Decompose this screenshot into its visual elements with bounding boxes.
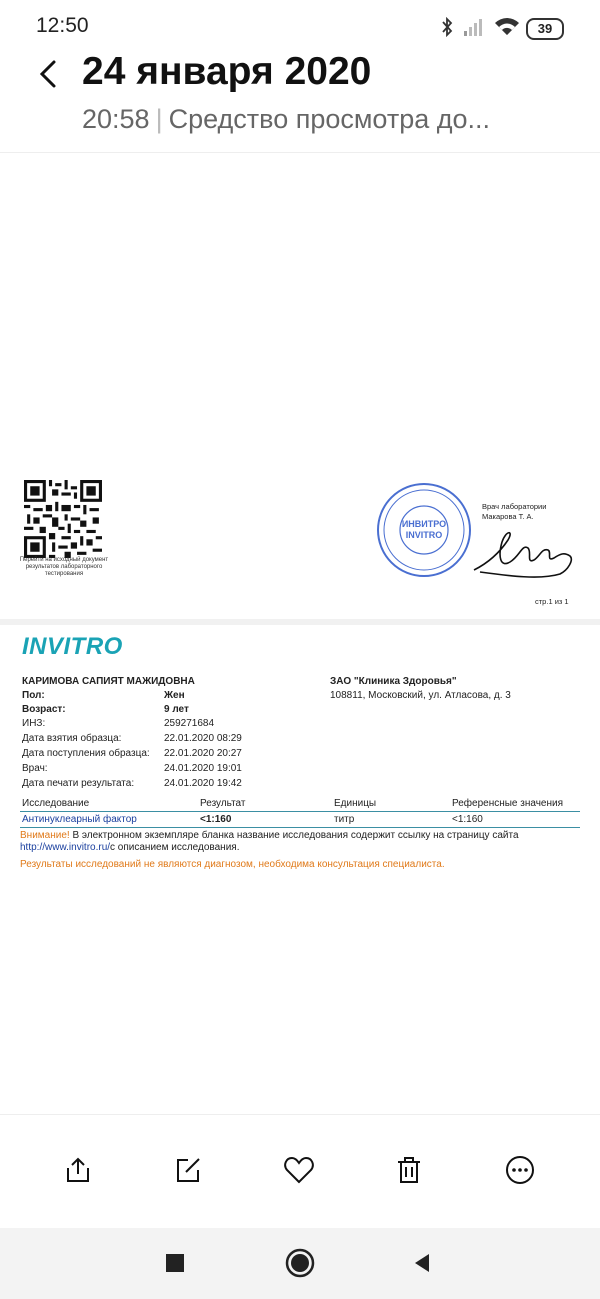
- back-arrow-icon[interactable]: [30, 54, 70, 94]
- subtitle: 20:58 | Средство просмотра до...: [82, 104, 490, 135]
- invitro-logo: INVITRO: [22, 633, 123, 660]
- field-value-print-date: 24.01.2020 19:42: [164, 778, 242, 789]
- qr-code[interactable]: [24, 480, 102, 558]
- page-number: стр.1 из 1: [535, 597, 569, 606]
- table-cell-test[interactable]: Антинуклеарный фактор: [22, 814, 137, 825]
- back-icon: [415, 1254, 429, 1272]
- field-value-inz: 259271684: [164, 718, 215, 729]
- edit-button[interactable]: [168, 1150, 208, 1190]
- note-warning: Внимание!: [20, 830, 70, 841]
- status-time: 12:50: [36, 14, 89, 37]
- clinic-address: 108811, Московский, ул. Атласова, д. 3: [330, 690, 511, 701]
- field-value-received-date: 22.01.2020 20:27: [164, 748, 242, 759]
- share-button[interactable]: [58, 1150, 98, 1190]
- toolbar-divider: [0, 1114, 600, 1115]
- signal-icon: [464, 19, 482, 36]
- field-value-age: 9 лет: [164, 704, 189, 715]
- table-header-reference: Референсные значения: [452, 798, 564, 809]
- patient-name: КАРИМОВА САПИЯТ МАЖИДОВНА: [22, 676, 195, 687]
- field-label-doctor: Врач:: [22, 763, 48, 774]
- table-cell-reference: <1:160: [452, 814, 483, 825]
- doctor-title: Врач лаборатории: [482, 502, 547, 511]
- signature: [473, 531, 573, 578]
- delete-button[interactable]: [389, 1150, 429, 1190]
- stamp-seal: ИНВИТРО INVITRO: [377, 483, 471, 577]
- home-button[interactable]: [283, 1246, 317, 1280]
- invitro-link[interactable]: http://www.invitro.ru/: [20, 842, 110, 853]
- field-value-sex: Жен: [164, 690, 185, 701]
- battery-icon: 39: [526, 18, 564, 40]
- field-label-sample-date: Дата взятия образца:: [22, 733, 122, 744]
- heart-icon: [284, 1156, 314, 1184]
- system-back-button[interactable]: [405, 1246, 439, 1280]
- edit-icon: [177, 1158, 200, 1182]
- recents-button[interactable]: [158, 1246, 192, 1280]
- disclaimer: Результаты исследований не являются диаг…: [20, 859, 445, 870]
- note-text-2: с описанием исследования.: [110, 842, 240, 853]
- page-title: 24 января 2020: [82, 50, 372, 93]
- table-cell-units: титр: [334, 814, 355, 825]
- field-label-age: Возраст:: [22, 704, 66, 715]
- favorite-button[interactable]: [279, 1150, 319, 1190]
- note-paragraph: Внимание! В электронном экземпляре бланк…: [20, 830, 580, 854]
- table-cell-result: <1:160: [200, 814, 232, 825]
- doctor-signature-label: Врач лаборатории Макарова Т. А.: [482, 502, 546, 522]
- field-value-doctor: 24.01.2020 19:01: [164, 763, 242, 774]
- table-divider: [20, 811, 580, 812]
- field-label-sex: Пол:: [22, 690, 45, 701]
- share-icon: [67, 1157, 89, 1182]
- note-text: В электронном экземпляре бланка название…: [69, 830, 519, 841]
- page-gap: [0, 619, 600, 625]
- qr-caption: Перейти на исходный документ результатов…: [19, 557, 109, 577]
- subtitle-time: 20:58: [82, 104, 150, 134]
- status-bar: 12:50 39: [0, 0, 600, 56]
- delete-icon: [398, 1157, 420, 1183]
- separator: |: [155, 104, 163, 134]
- field-value-sample-date: 22.01.2020 08:29: [164, 733, 242, 744]
- table-header-result: Результат: [200, 798, 246, 809]
- field-label-inz: ИНЗ:: [22, 718, 46, 729]
- table-header-units: Единицы: [334, 798, 377, 809]
- svg-text:ИНВИТРО: ИНВИТРО: [402, 519, 446, 529]
- bluetooth-icon: [442, 17, 453, 37]
- more-button[interactable]: [500, 1150, 540, 1190]
- table-header-test: Исследование: [22, 798, 90, 809]
- clinic-name: ЗАО "Клиника Здоровья": [330, 676, 457, 687]
- table-bottom-line: [20, 827, 580, 828]
- recents-icon: [166, 1254, 184, 1272]
- wifi-icon: [495, 18, 519, 35]
- field-label-print-date: Дата печати результата:: [22, 778, 135, 789]
- more-icon: [506, 1156, 534, 1184]
- home-icon: [285, 1248, 315, 1278]
- doctor-name: Макарова Т. А.: [482, 512, 534, 521]
- field-label-received-date: Дата поступления образца:: [22, 748, 150, 759]
- subtitle-app: Средство просмотра до...: [168, 104, 491, 134]
- svg-text:INVITRO: INVITRO: [406, 530, 443, 540]
